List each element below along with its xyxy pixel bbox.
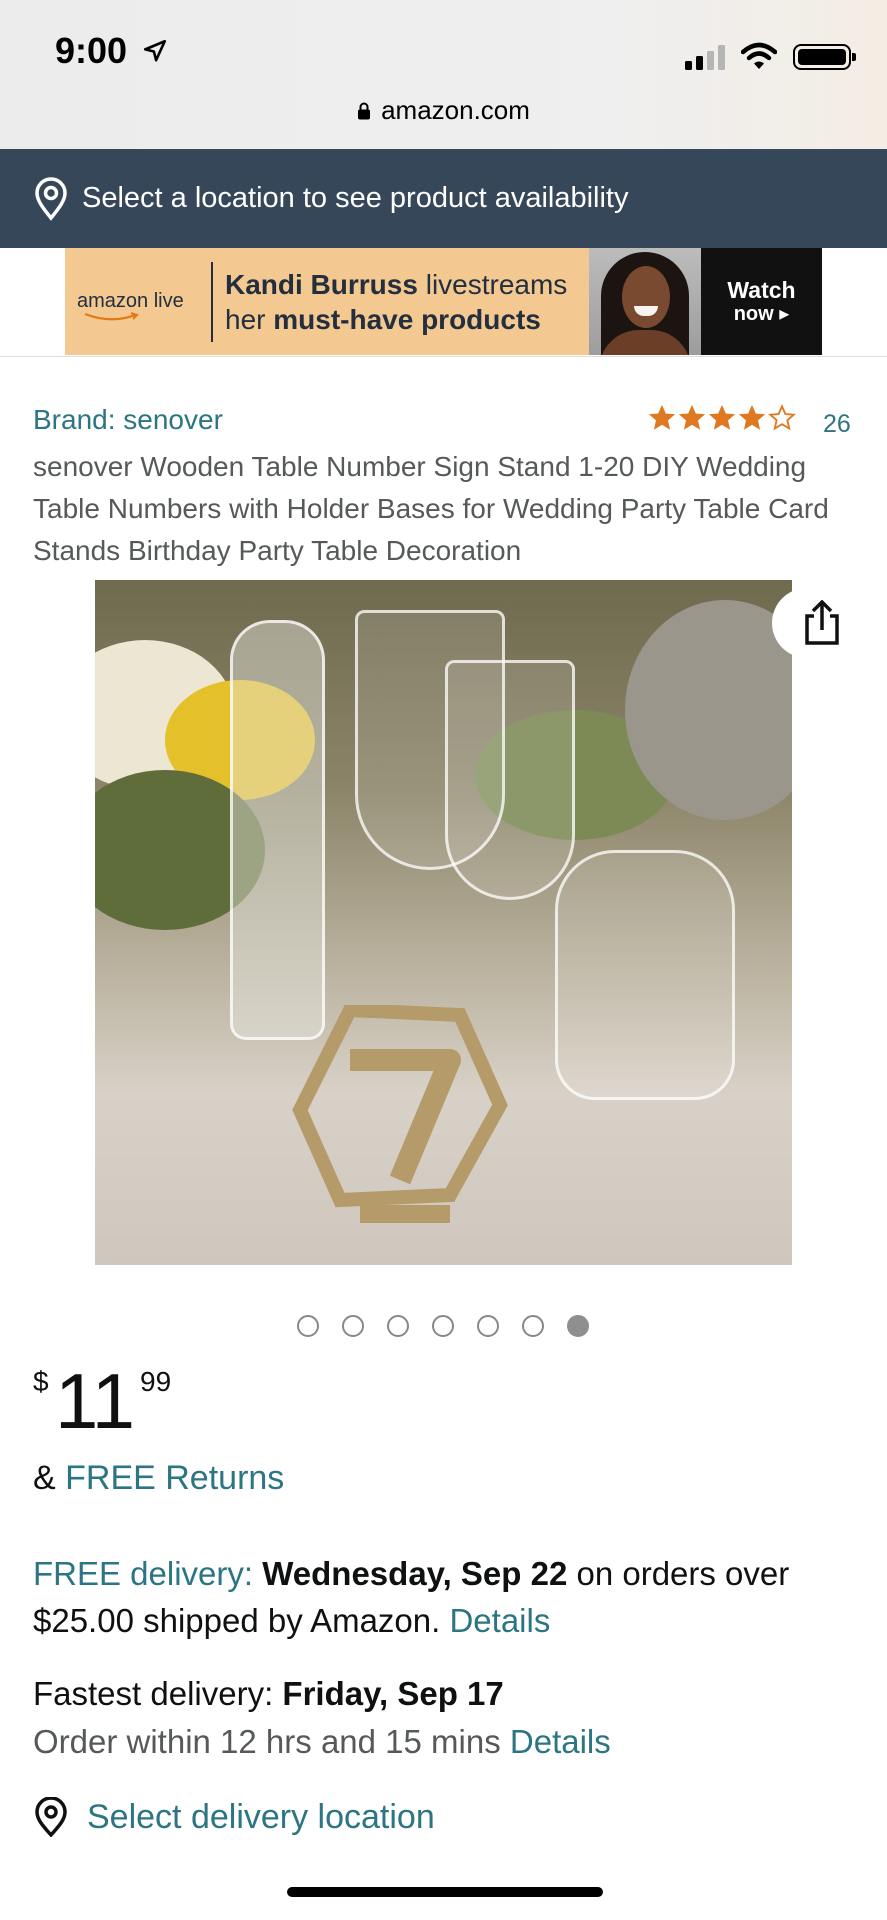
- star-empty-icon: [768, 404, 796, 431]
- status-time: 9:00: [55, 30, 128, 71]
- location-bar-text: Select a location to see product availab…: [82, 182, 629, 214]
- banner-host-photo: [589, 248, 701, 355]
- fastest-delivery-date: Friday, Sep 17: [282, 1675, 504, 1712]
- select-delivery-location[interactable]: Select delivery location: [33, 1797, 435, 1837]
- select-delivery-location-text: Select delivery location: [87, 1797, 435, 1836]
- amazon-live-banner[interactable]: amazon live Kandi Burruss livestreams he…: [65, 248, 822, 355]
- cellular-signal-icon: [685, 44, 725, 70]
- address-bar[interactable]: amazon.com: [0, 95, 887, 126]
- status-icons: [685, 38, 856, 70]
- battery-icon: [793, 44, 856, 70]
- carousel-dot[interactable]: [477, 1315, 499, 1337]
- fastest-details-link[interactable]: Details: [510, 1723, 611, 1760]
- fastest-delivery-info: Fastest delivery: Friday, Sep 17 Order w…: [33, 1675, 611, 1760]
- review-count-link[interactable]: 26: [823, 410, 851, 439]
- star-full-icon: [648, 404, 676, 430]
- delivery-details-link[interactable]: Details: [449, 1602, 550, 1639]
- divider: [0, 356, 887, 357]
- brand-link[interactable]: Brand: senover: [33, 404, 223, 436]
- star-rating[interactable]: [648, 404, 796, 432]
- amazon-live-logo: amazon live: [65, 290, 211, 321]
- free-delivery-label[interactable]: FREE delivery:: [33, 1555, 253, 1592]
- price-fraction: 99: [140, 1366, 172, 1397]
- order-within-text: Order within 12 hrs and 15 mins: [33, 1723, 510, 1760]
- browser-chrome: 9:00 amazon.com: [0, 0, 887, 149]
- wifi-icon: [741, 42, 777, 69]
- price-currency: $: [33, 1366, 49, 1397]
- home-indicator[interactable]: [287, 1887, 603, 1897]
- product-title: senover Wooden Table Number Sign Stand 1…: [33, 451, 829, 566]
- carousel-dot[interactable]: [297, 1315, 319, 1337]
- share-button[interactable]: [772, 588, 862, 658]
- free-delivery-info: FREE delivery: Wednesday, Sep 22 on orde…: [33, 1555, 790, 1639]
- lock-icon: [358, 102, 371, 120]
- carousel-dot[interactable]: [432, 1315, 454, 1337]
- location-bar[interactable]: Select a location to see product availab…: [0, 149, 887, 248]
- image-carousel-dots[interactable]: [297, 1315, 589, 1337]
- carousel-dot[interactable]: [387, 1315, 409, 1337]
- price-whole: 11: [55, 1357, 135, 1445]
- table-number-seven: [292, 1005, 508, 1223]
- carousel-dot-active[interactable]: [567, 1315, 589, 1337]
- star-full-icon: [738, 404, 766, 430]
- product-image[interactable]: [95, 580, 792, 1265]
- star-full-icon: [678, 404, 706, 430]
- location-arrow-icon: [143, 39, 167, 62]
- location-pin-icon: [35, 1797, 67, 1837]
- watch-now-button[interactable]: Watch now ▸: [701, 248, 822, 355]
- star-full-icon: [708, 404, 736, 430]
- banner-headline: Kandi Burruss livestreams her must-have …: [225, 268, 568, 335]
- free-returns-link[interactable]: FREE Returns: [65, 1459, 284, 1497]
- url-text: amazon.com: [381, 95, 530, 125]
- location-pin-icon: [35, 176, 67, 221]
- banner-divider: [211, 261, 213, 342]
- share-icon: [805, 600, 839, 645]
- free-delivery-date: Wednesday, Sep 22: [262, 1555, 568, 1592]
- carousel-dot[interactable]: [522, 1315, 544, 1337]
- carousel-dot[interactable]: [342, 1315, 364, 1337]
- returns-line: & FREE Returns: [33, 1459, 285, 1497]
